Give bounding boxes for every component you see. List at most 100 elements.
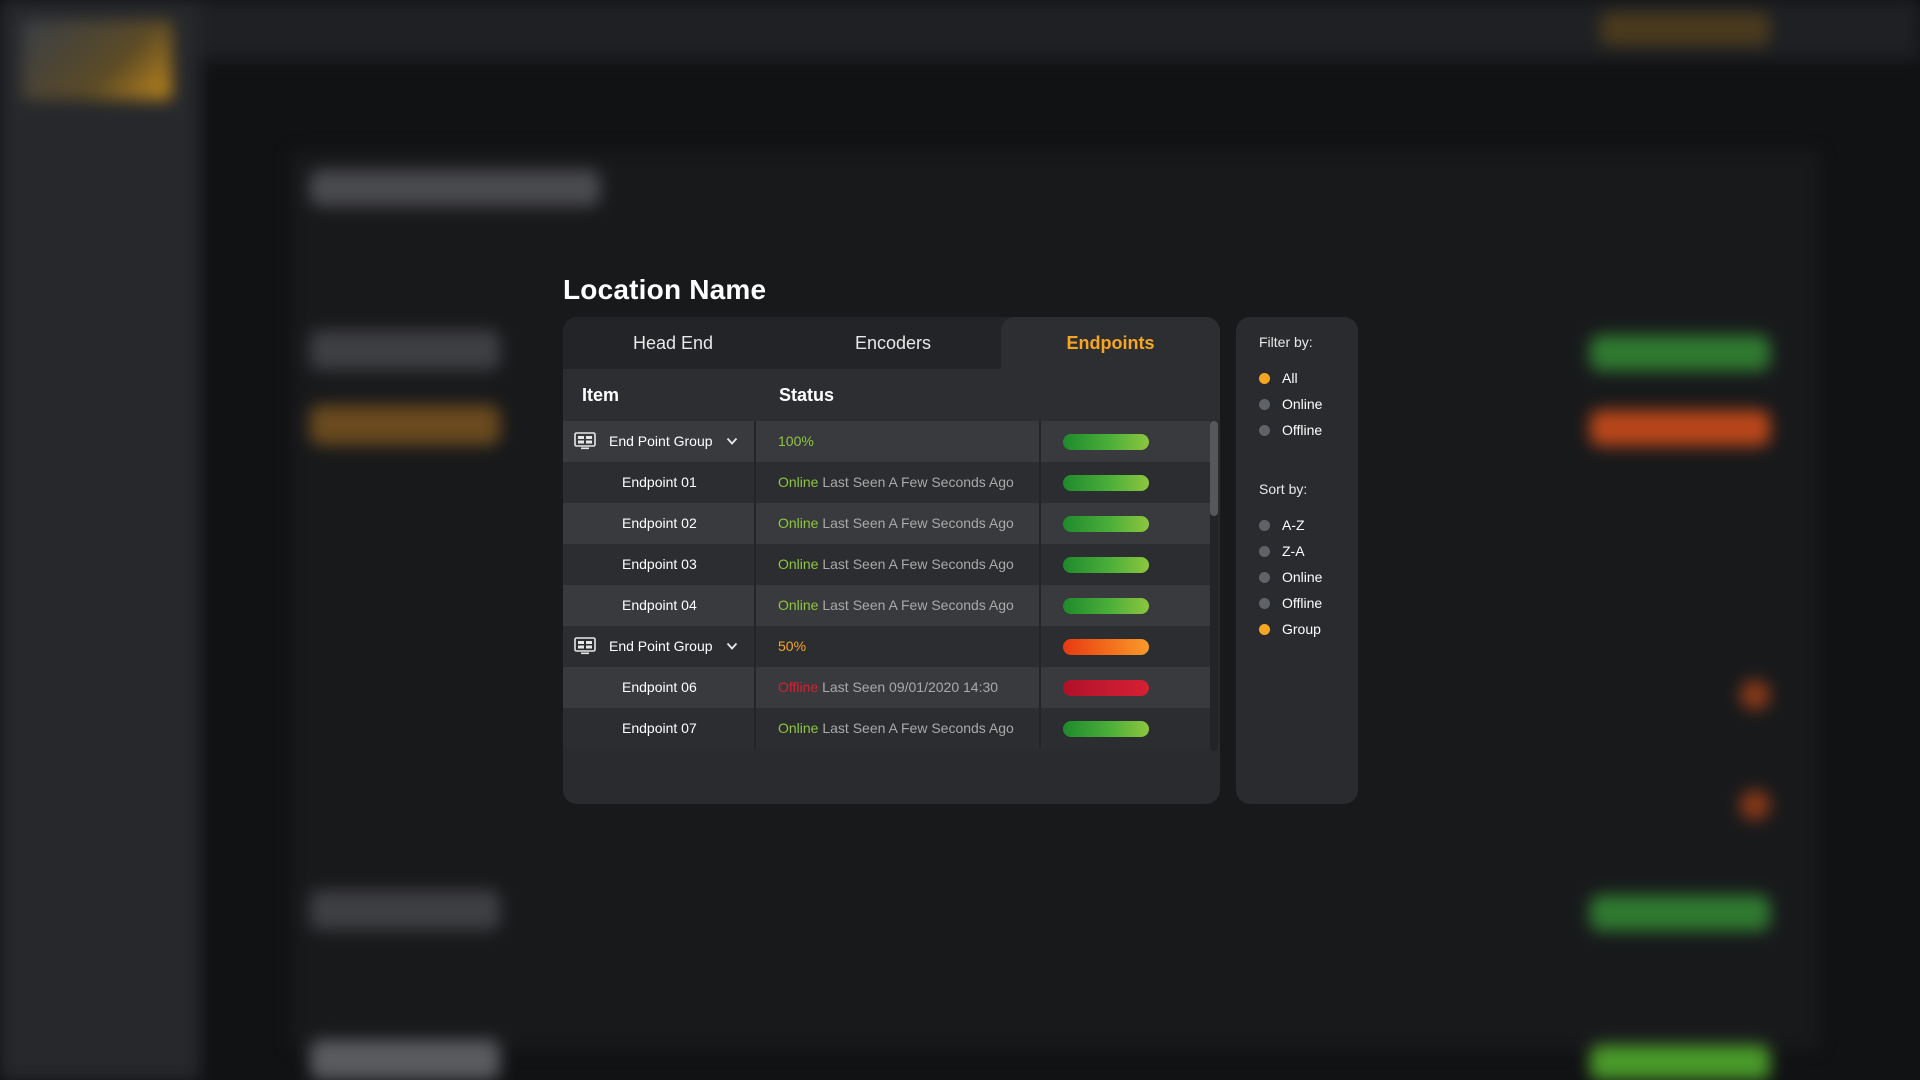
- monitor-group-icon: [574, 637, 596, 655]
- location-panel: Head End Encoders Endpoints Item Status …: [563, 317, 1220, 804]
- status-last-seen: Last Seen 09/01/2020 14:30: [822, 679, 999, 695]
- status-cell: Offline Last Seen 09/01/2020 14:30: [756, 667, 1041, 708]
- endpoint-name: Endpoint 03: [622, 556, 697, 572]
- sort-option-label: A-Z: [1282, 517, 1305, 533]
- background-logo: [22, 20, 172, 100]
- item-cell: End Point Group: [563, 421, 756, 462]
- table-row[interactable]: Endpoint 01 Online Last Seen A Few Secon…: [563, 462, 1210, 503]
- table-row-group[interactable]: End Point Group 100%: [563, 421, 1210, 462]
- column-header-item: Item: [582, 385, 620, 405]
- endpoint-table: End Point Group 100% Endpoint 01 Online …: [563, 421, 1210, 749]
- radio-selected-icon: [1259, 373, 1270, 384]
- background-row-bar: [310, 1040, 500, 1080]
- tab-bar: Head End Encoders Endpoints: [563, 317, 1220, 369]
- table-scrollbar[interactable]: [1210, 421, 1218, 751]
- table-row[interactable]: Endpoint 03 Online Last Seen A Few Secon…: [563, 544, 1210, 585]
- radio-icon: [1259, 425, 1270, 436]
- filter-option-label: Online: [1282, 396, 1323, 412]
- status-cell: Online Last Seen A Few Seconds Ago: [756, 503, 1041, 544]
- tab-endpoints[interactable]: Endpoints: [1001, 317, 1220, 369]
- status-cell: Online Last Seen A Few Seconds Ago: [756, 462, 1041, 503]
- status-bar: [1063, 475, 1149, 491]
- bar-cell: [1041, 462, 1210, 503]
- bar-cell: [1041, 708, 1210, 749]
- status-bar: [1063, 434, 1149, 450]
- tab-head-end[interactable]: Head End: [563, 317, 783, 369]
- table-row[interactable]: Endpoint 07 Online Last Seen A Few Secon…: [563, 708, 1210, 749]
- status-state: Online: [778, 515, 819, 531]
- status-bar: [1063, 721, 1149, 737]
- bar-cell: [1041, 585, 1210, 626]
- chevron-down-icon[interactable]: [726, 640, 738, 652]
- column-header-status: Status: [779, 385, 835, 405]
- endpoint-name: Endpoint 07: [622, 720, 697, 736]
- filter-option-label: All: [1282, 370, 1298, 386]
- filter-label: Filter by:: [1259, 334, 1313, 350]
- chevron-down-icon[interactable]: [726, 435, 738, 447]
- sort-label: Sort by:: [1259, 481, 1308, 497]
- status-state: Offline: [778, 679, 819, 695]
- radio-selected-icon: [1259, 624, 1270, 635]
- group-name: End Point Group: [609, 638, 713, 654]
- status-bar: [1063, 639, 1149, 655]
- status-cell: 50%: [756, 626, 1041, 667]
- bar-cell: [1041, 667, 1210, 708]
- sort-option-label: Offline: [1282, 595, 1323, 611]
- radio-icon: [1259, 598, 1270, 609]
- background-row-bar: [310, 405, 500, 445]
- status-cell: Online Last Seen A Few Seconds Ago: [756, 544, 1041, 585]
- radio-icon: [1259, 399, 1270, 410]
- bar-cell: [1041, 421, 1210, 462]
- background-status-bar: [1590, 335, 1770, 371]
- item-cell: Endpoint 03: [563, 544, 756, 585]
- status-bar: [1063, 557, 1149, 573]
- table-row[interactable]: Endpoint 04 Online Last Seen A Few Secon…: [563, 585, 1210, 626]
- background-status-dot: [1740, 790, 1770, 820]
- status-state: Online: [778, 474, 819, 490]
- item-cell: Endpoint 04: [563, 585, 756, 626]
- radio-icon: [1259, 520, 1270, 531]
- background-status-bar: [1590, 410, 1770, 446]
- status-state: Online: [778, 597, 819, 613]
- bar-cell: [1041, 503, 1210, 544]
- status-bar: [1063, 680, 1149, 696]
- table-header: Item Status: [563, 369, 1220, 421]
- status-state: Online: [778, 720, 819, 736]
- status-last-seen: Last Seen A Few Seconds Ago: [822, 474, 1014, 490]
- background-status-bar: [1590, 895, 1770, 931]
- group-percent: 100%: [778, 433, 814, 449]
- background-header-bar: [310, 170, 600, 206]
- bar-cell: [1041, 544, 1210, 585]
- sort-option-label: Online: [1282, 569, 1323, 585]
- status-last-seen: Last Seen A Few Seconds Ago: [822, 720, 1014, 736]
- status-cell: Online Last Seen A Few Seconds Ago: [756, 585, 1041, 626]
- background-row-bar: [310, 330, 500, 370]
- background-sidebar: [0, 0, 200, 1080]
- status-cell: 100%: [756, 421, 1041, 462]
- filter-panel: Filter by: All Online Offline Sort by: A…: [1236, 317, 1358, 804]
- status-last-seen: Last Seen A Few Seconds Ago: [822, 515, 1014, 531]
- table-row[interactable]: Endpoint 02 Online Last Seen A Few Secon…: [563, 503, 1210, 544]
- page-title: Location Name: [563, 274, 767, 305]
- sort-option-label: Group: [1282, 621, 1321, 637]
- scrollbar-thumb[interactable]: [1210, 421, 1218, 516]
- status-last-seen: Last Seen A Few Seconds Ago: [822, 556, 1014, 572]
- endpoint-name: Endpoint 04: [622, 597, 697, 613]
- status-last-seen: Last Seen A Few Seconds Ago: [822, 597, 1014, 613]
- endpoint-name: Endpoint 02: [622, 515, 697, 531]
- sort-option-label: Z-A: [1282, 543, 1305, 559]
- tab-encoders[interactable]: Encoders: [783, 317, 1003, 369]
- endpoint-name: Endpoint 06: [622, 679, 697, 695]
- item-cell: Endpoint 06: [563, 667, 756, 708]
- status-bar: [1063, 598, 1149, 614]
- status-bar: [1063, 516, 1149, 532]
- item-cell: End Point Group: [563, 626, 756, 667]
- table-row-group[interactable]: End Point Group 50%: [563, 626, 1210, 667]
- endpoint-name: Endpoint 01: [622, 474, 697, 490]
- group-name: End Point Group: [609, 433, 713, 449]
- table-row[interactable]: Endpoint 06 Offline Last Seen 09/01/2020…: [563, 667, 1210, 708]
- radio-icon: [1259, 572, 1270, 583]
- item-cell: Endpoint 07: [563, 708, 756, 749]
- radio-icon: [1259, 546, 1270, 557]
- background-status-dot: [1740, 680, 1770, 710]
